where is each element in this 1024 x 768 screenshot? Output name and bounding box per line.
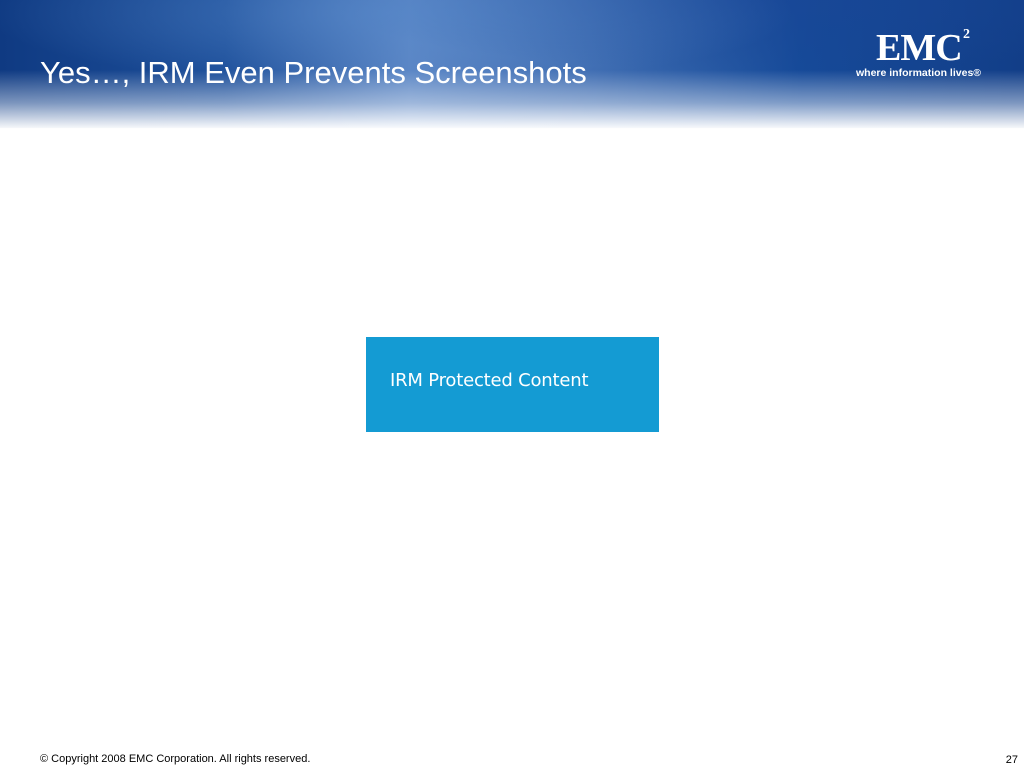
emc-logo-tagline: where information lives® <box>856 67 982 79</box>
irm-protected-content-box: IRM Protected Content <box>366 337 659 432</box>
slide: Yes…, IRM Even Prevents Screenshots EMC … <box>0 0 1024 768</box>
slide-title: Yes…, IRM Even Prevents Screenshots <box>40 55 587 90</box>
footer-copyright: © Copyright 2008 EMC Corporation. All ri… <box>40 753 311 765</box>
emc-logo-superscript: 2 <box>963 27 970 42</box>
emc-logo: EMC 2 where information lives® <box>856 28 986 84</box>
irm-protected-content-label: IRM Protected Content <box>390 370 589 391</box>
emc-logo-wordmark: EMC <box>876 27 963 69</box>
page-number: 27 <box>1005 754 1018 766</box>
